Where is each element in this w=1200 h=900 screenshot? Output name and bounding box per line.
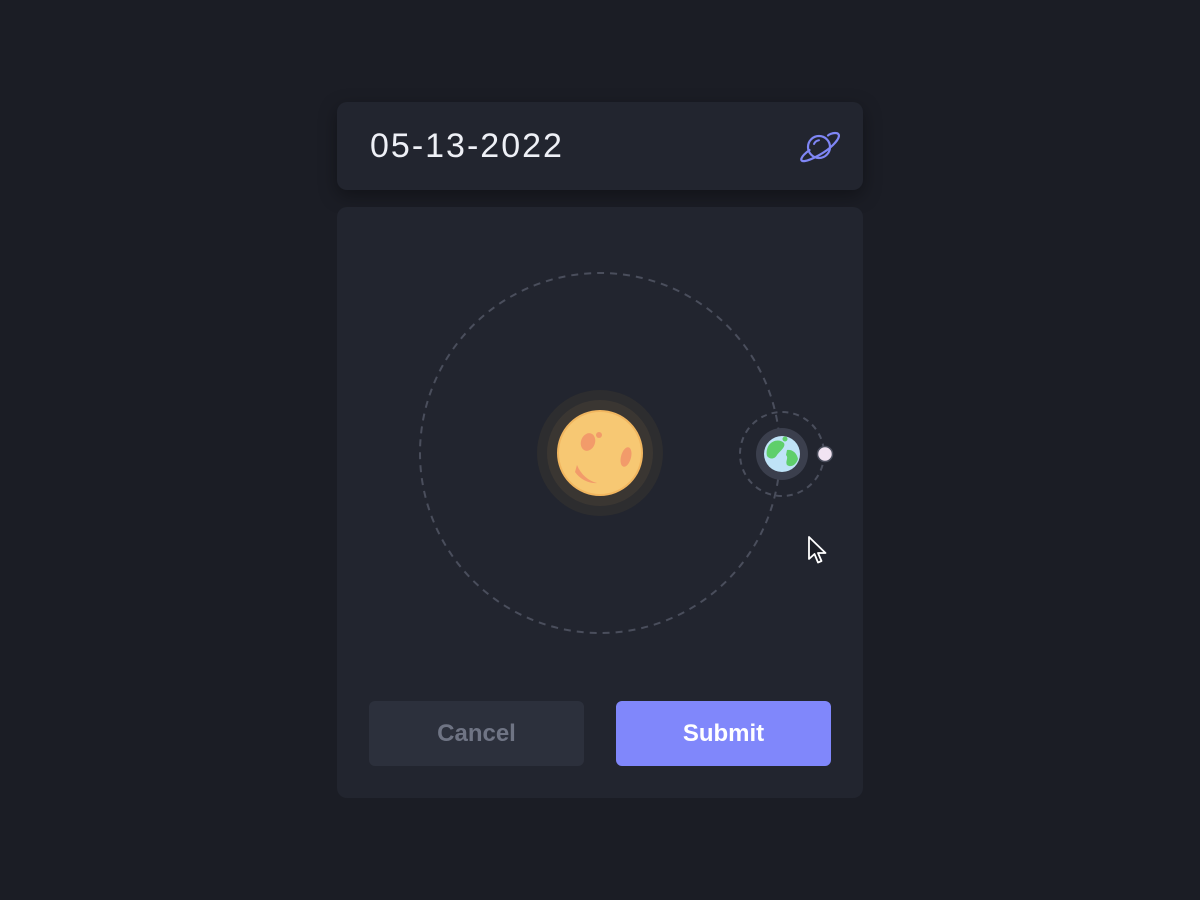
date-value[interactable]: 05-13-2022 xyxy=(370,125,564,167)
solar-system-visual xyxy=(419,272,834,634)
earth-icon[interactable] xyxy=(764,436,800,472)
sun-icon xyxy=(557,410,643,496)
orbit-panel: Cancel Submit xyxy=(337,207,863,798)
date-field[interactable]: 05-13-2022 xyxy=(337,102,863,190)
submit-button[interactable]: Submit xyxy=(616,701,831,766)
moon-icon[interactable] xyxy=(816,445,834,463)
planet-icon[interactable] xyxy=(797,128,841,166)
cancel-button[interactable]: Cancel xyxy=(369,701,584,766)
mouse-cursor-icon xyxy=(808,536,827,564)
